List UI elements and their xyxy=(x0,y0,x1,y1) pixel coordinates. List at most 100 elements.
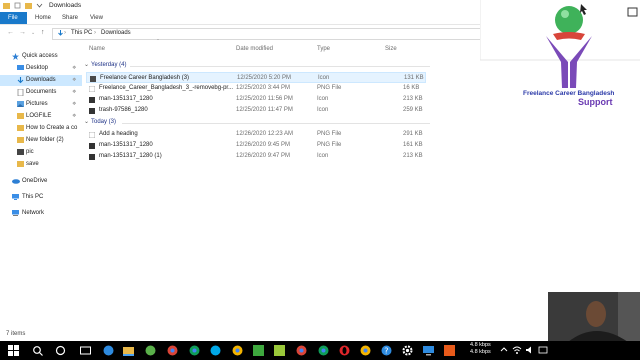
nav-item-pic[interactable]: pic xyxy=(0,147,82,158)
settings-gear-icon[interactable] xyxy=(402,345,413,356)
column-header-name[interactable]: Name xyxy=(89,46,105,52)
chrome-icon[interactable] xyxy=(318,345,329,356)
logo-caption: Freelance Career Bangladesh xyxy=(523,90,615,97)
group-header-today[interactable]: Today (3) xyxy=(91,119,116,125)
png-file-icon xyxy=(88,85,96,93)
chrome-icon[interactable] xyxy=(189,345,200,356)
pictures-icon xyxy=(17,101,24,107)
help-icon[interactable]: ? xyxy=(381,345,392,356)
documents-icon xyxy=(17,88,24,97)
file-row[interactable]: man-1351317_1280 (1) 12/26/2020 9:47 PM … xyxy=(86,151,426,162)
file-row[interactable]: Freelance Career Bangladesh (3) 12/25/20… xyxy=(86,72,426,83)
file-row[interactable]: Add a heading 12/26/2020 12:23 AM PNG Fi… xyxy=(86,129,426,140)
column-header-type[interactable]: Type xyxy=(317,46,330,52)
pin-icon: ❖ xyxy=(72,65,77,71)
column-header-date[interactable]: Date modified xyxy=(236,46,273,52)
chrome-icon[interactable] xyxy=(360,345,371,356)
taskbar: ? 4.8 kbps 4.8 kbps xyxy=(0,341,640,360)
nav-item-documents[interactable]: Documents ❖ xyxy=(0,87,82,98)
up-arrow-icon[interactable]: ↑ xyxy=(41,29,45,37)
show-hidden-icons-icon[interactable] xyxy=(500,346,508,354)
nav-item-how-to-create[interactable]: How to Create a co xyxy=(0,123,82,134)
record-app-icon[interactable] xyxy=(444,345,455,356)
location-icon xyxy=(57,29,64,39)
nav-item-new-folder-2[interactable]: New folder (2) xyxy=(0,135,82,146)
network-speed-tray[interactable]: 4.8 kbps 4.8 kbps xyxy=(470,342,491,356)
window-title: Downloads xyxy=(49,2,82,9)
navigation-pane: Quick access Desktop ❖ Downloads ❖ Docum… xyxy=(0,50,82,330)
explorer-icon xyxy=(3,2,10,9)
tab-file[interactable]: File xyxy=(0,12,27,24)
status-item-count: 7 items xyxy=(6,331,26,337)
collapse-chevron-icon[interactable]: ⌄ xyxy=(84,118,89,125)
task-view-icon[interactable] xyxy=(80,345,91,356)
nav-item-pictures[interactable]: Pictures ❖ xyxy=(0,99,82,110)
language-icon[interactable] xyxy=(538,345,549,356)
tab-view[interactable]: View xyxy=(90,12,103,24)
chrome-icon[interactable] xyxy=(167,345,178,356)
column-header-size[interactable]: Size xyxy=(385,46,397,52)
address-bar[interactable]: › This PC › Downloads xyxy=(52,28,482,40)
skype-icon[interactable] xyxy=(210,345,221,356)
webcam-overlay xyxy=(548,292,640,342)
file-row[interactable]: man-1351317_1280 12/25/2020 11:56 PM Ico… xyxy=(86,94,426,105)
app-lime-icon[interactable] xyxy=(274,345,285,356)
webcam-person-image xyxy=(548,292,640,342)
app-green-icon[interactable] xyxy=(145,345,156,356)
file-row[interactable]: trash-97586_1280 12/25/2020 11:47 PM Ico… xyxy=(86,105,426,116)
download-icon xyxy=(17,77,24,84)
nav-item-this-pc[interactable]: This PC xyxy=(0,192,82,203)
group-header-yesterday[interactable]: Yesterday (4) xyxy=(91,62,126,68)
forward-arrow-icon[interactable]: → xyxy=(19,29,26,37)
wifi-icon[interactable] xyxy=(512,345,523,356)
chrome-icon[interactable] xyxy=(232,345,243,356)
collapse-chevron-icon[interactable]: ⌄ xyxy=(84,61,89,68)
pin-icon: ❖ xyxy=(72,89,77,95)
upload-speed: 4.8 kbps xyxy=(470,342,491,348)
breadcrumb-downloads[interactable]: Downloads xyxy=(101,30,131,36)
pin-icon: ❖ xyxy=(72,101,77,107)
pin-icon: ❖ xyxy=(72,77,77,83)
volume-icon[interactable] xyxy=(525,345,536,356)
logo-overlay: Freelance Career Bangladesh Support xyxy=(480,0,640,110)
tab-home[interactable]: Home xyxy=(35,12,51,24)
file-row[interactable]: man-1351317_1280 12/26/2020 9:45 PM PNG … xyxy=(86,140,426,151)
cortana-icon[interactable] xyxy=(55,345,66,356)
tab-share[interactable]: Share xyxy=(62,12,78,24)
folder-icon xyxy=(17,113,24,119)
file-explorer-icon[interactable] xyxy=(123,345,134,356)
breadcrumb-this-pc[interactable]: This PC xyxy=(71,30,92,36)
file-row[interactable]: Freelance_Career_Bangladesh_3_-removebg-… xyxy=(86,83,426,94)
back-arrow-icon[interactable]: ← xyxy=(7,29,14,37)
camtasia-icon[interactable] xyxy=(253,345,264,356)
logo-subtitle: Support xyxy=(578,97,613,107)
recent-locations-icon[interactable]: ⌄ xyxy=(31,29,35,37)
icon-file-icon xyxy=(89,154,95,160)
search-icon[interactable] xyxy=(32,345,43,356)
opera-icon[interactable] xyxy=(339,345,350,356)
nav-item-save[interactable]: save xyxy=(0,159,82,170)
star-icon xyxy=(12,53,19,60)
chevron-down-icon[interactable] xyxy=(36,2,43,9)
nav-item-onedrive[interactable]: OneDrive xyxy=(0,176,82,187)
start-windows-icon[interactable] xyxy=(8,345,19,356)
desktop-icon xyxy=(17,65,24,71)
icon-file-icon xyxy=(89,108,95,114)
icon-file-icon xyxy=(89,97,95,103)
svg-text:?: ? xyxy=(384,347,388,356)
nav-item-desktop[interactable]: Desktop ❖ xyxy=(0,63,82,74)
edge-icon[interactable] xyxy=(103,345,114,356)
nav-item-network[interactable]: Network xyxy=(0,208,82,219)
nav-item-logfile[interactable]: LOGFILE ❖ xyxy=(0,111,82,122)
group-divider xyxy=(130,66,430,67)
monitor-app-icon[interactable] xyxy=(423,345,434,356)
folder-icon xyxy=(17,137,24,143)
new-folder-icon[interactable] xyxy=(25,2,32,9)
png-file-icon xyxy=(88,131,96,139)
chrome-icon[interactable] xyxy=(296,345,307,356)
nav-item-quick-access[interactable]: Quick access xyxy=(0,51,82,62)
pin-icon: ❖ xyxy=(72,113,77,119)
nav-item-downloads[interactable]: Downloads ❖ xyxy=(0,75,82,86)
properties-icon[interactable] xyxy=(14,2,21,9)
group-divider xyxy=(122,123,430,124)
